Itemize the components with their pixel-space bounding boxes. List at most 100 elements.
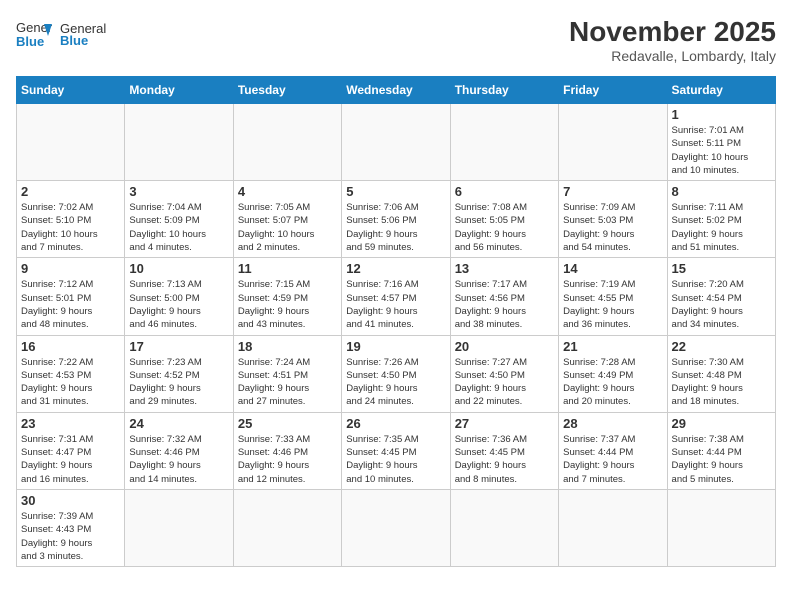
calendar-day-cell: 23 Sunrise: 7:31 AM Sunset: 4:47 PM Dayli… xyxy=(17,412,125,489)
day-info: Sunrise: 7:27 AM Sunset: 4:50 PM Dayligh… xyxy=(455,356,554,409)
calendar-day-cell: 19Sunrise: 7:26 AM Sunset: 4:50 PM Dayli… xyxy=(342,335,450,412)
day-info: Sunrise: 7:20 AM Sunset: 4:54 PM Dayligh… xyxy=(672,278,771,331)
day-number: 12 xyxy=(346,261,445,276)
day-number: 20 xyxy=(455,339,554,354)
calendar-day-cell: 29Sunrise: 7:38 AM Sunset: 4:44 PM Dayli… xyxy=(667,412,775,489)
calendar: SundayMondayTuesdayWednesdayThursdayFrid… xyxy=(16,76,776,567)
day-number: 17 xyxy=(129,339,228,354)
day-info: Sunrise: 7:24 AM Sunset: 4:51 PM Dayligh… xyxy=(238,356,337,409)
logo: General Blue General Blue xyxy=(16,16,106,52)
day-number: 22 xyxy=(672,339,771,354)
day-number: 3 xyxy=(129,184,228,199)
calendar-day-cell: 24 Sunrise: 7:32 AM Sunset: 4:46 PM Dayli… xyxy=(125,412,233,489)
calendar-day-cell: 10 Sunrise: 7:13 AM Sunset: 5:00 PM Dayli… xyxy=(125,258,233,335)
calendar-day-cell: 18 Sunrise: 7:24 AM Sunset: 4:51 PM Dayli… xyxy=(233,335,341,412)
calendar-day-cell xyxy=(559,104,667,181)
calendar-day-cell xyxy=(125,104,233,181)
calendar-week-row: 9 Sunrise: 7:12 AM Sunset: 5:01 PM Daylig… xyxy=(17,258,776,335)
day-number: 24 xyxy=(129,416,228,431)
calendar-week-row: 1 Sunrise: 7:01 AM Sunset: 5:11 PM Daylig… xyxy=(17,104,776,181)
day-number: 10 xyxy=(129,261,228,276)
day-number: 18 xyxy=(238,339,337,354)
day-info: Sunrise: 7:11 AM Sunset: 5:02 PM Dayligh… xyxy=(672,201,771,254)
calendar-day-cell xyxy=(233,489,341,566)
day-info: Sunrise: 7:35 AM Sunset: 4:45 PM Dayligh… xyxy=(346,433,445,486)
day-info: Sunrise: 7:31 AM Sunset: 4:47 PM Dayligh… xyxy=(21,433,120,486)
calendar-day-cell: 6Sunrise: 7:08 AM Sunset: 5:05 PM Daylig… xyxy=(450,181,558,258)
calendar-day-cell: 1 Sunrise: 7:01 AM Sunset: 5:11 PM Daylig… xyxy=(667,104,775,181)
weekday-header: Tuesday xyxy=(233,77,341,104)
calendar-day-cell: 13 Sunrise: 7:17 AM Sunset: 4:56 PM Dayli… xyxy=(450,258,558,335)
weekday-header: Wednesday xyxy=(342,77,450,104)
calendar-day-cell xyxy=(233,104,341,181)
day-number: 27 xyxy=(455,416,554,431)
calendar-week-row: 16Sunrise: 7:22 AM Sunset: 4:53 PM Dayli… xyxy=(17,335,776,412)
calendar-day-cell: 15 Sunrise: 7:20 AM Sunset: 4:54 PM Dayli… xyxy=(667,258,775,335)
day-info: Sunrise: 7:16 AM Sunset: 4:57 PM Dayligh… xyxy=(346,278,445,331)
day-number: 25 xyxy=(238,416,337,431)
day-info: Sunrise: 7:02 AM Sunset: 5:10 PM Dayligh… xyxy=(21,201,120,254)
day-info: Sunrise: 7:15 AM Sunset: 4:59 PM Dayligh… xyxy=(238,278,337,331)
calendar-day-cell: 3 Sunrise: 7:04 AM Sunset: 5:09 PM Daylig… xyxy=(125,181,233,258)
calendar-day-cell: 25Sunrise: 7:33 AM Sunset: 4:46 PM Dayli… xyxy=(233,412,341,489)
day-info: Sunrise: 7:19 AM Sunset: 4:55 PM Dayligh… xyxy=(563,278,662,331)
day-number: 7 xyxy=(563,184,662,199)
weekday-header: Saturday xyxy=(667,77,775,104)
day-info: Sunrise: 7:01 AM Sunset: 5:11 PM Dayligh… xyxy=(672,124,771,177)
calendar-day-cell: 20 Sunrise: 7:27 AM Sunset: 4:50 PM Dayli… xyxy=(450,335,558,412)
month-title: November 2025 xyxy=(569,16,776,48)
location-title: Redavalle, Lombardy, Italy xyxy=(569,48,776,64)
day-number: 15 xyxy=(672,261,771,276)
day-number: 13 xyxy=(455,261,554,276)
day-info: Sunrise: 7:13 AM Sunset: 5:00 PM Dayligh… xyxy=(129,278,228,331)
calendar-week-row: 30Sunrise: 7:39 AM Sunset: 4:43 PM Dayli… xyxy=(17,489,776,566)
day-info: Sunrise: 7:04 AM Sunset: 5:09 PM Dayligh… xyxy=(129,201,228,254)
weekday-header: Sunday xyxy=(17,77,125,104)
calendar-day-cell: 11Sunrise: 7:15 AM Sunset: 4:59 PM Dayli… xyxy=(233,258,341,335)
calendar-day-cell xyxy=(450,489,558,566)
day-number: 4 xyxy=(238,184,337,199)
calendar-day-cell: 21Sunrise: 7:28 AM Sunset: 4:49 PM Dayli… xyxy=(559,335,667,412)
calendar-body: 1 Sunrise: 7:01 AM Sunset: 5:11 PM Daylig… xyxy=(17,104,776,567)
day-number: 26 xyxy=(346,416,445,431)
calendar-day-cell xyxy=(125,489,233,566)
logo-icon: General Blue xyxy=(16,16,52,52)
day-number: 28 xyxy=(563,416,662,431)
day-info: Sunrise: 7:06 AM Sunset: 5:06 PM Dayligh… xyxy=(346,201,445,254)
day-number: 2 xyxy=(21,184,120,199)
calendar-day-cell: 22Sunrise: 7:30 AM Sunset: 4:48 PM Dayli… xyxy=(667,335,775,412)
day-info: Sunrise: 7:12 AM Sunset: 5:01 PM Dayligh… xyxy=(21,278,120,331)
day-number: 23 xyxy=(21,416,120,431)
calendar-day-cell: 26 Sunrise: 7:35 AM Sunset: 4:45 PM Dayli… xyxy=(342,412,450,489)
day-number: 6 xyxy=(455,184,554,199)
calendar-day-cell xyxy=(17,104,125,181)
calendar-day-cell: 5 Sunrise: 7:06 AM Sunset: 5:06 PM Daylig… xyxy=(342,181,450,258)
day-number: 16 xyxy=(21,339,120,354)
calendar-day-cell: 16Sunrise: 7:22 AM Sunset: 4:53 PM Dayli… xyxy=(17,335,125,412)
day-number: 9 xyxy=(21,261,120,276)
calendar-day-cell: 12 Sunrise: 7:16 AM Sunset: 4:57 PM Dayli… xyxy=(342,258,450,335)
calendar-day-cell xyxy=(342,104,450,181)
day-info: Sunrise: 7:32 AM Sunset: 4:46 PM Dayligh… xyxy=(129,433,228,486)
page-header: General Blue General Blue November 2025 … xyxy=(16,16,776,64)
calendar-day-cell xyxy=(667,489,775,566)
weekday-header: Thursday xyxy=(450,77,558,104)
day-number: 5 xyxy=(346,184,445,199)
calendar-day-cell: 8Sunrise: 7:11 AM Sunset: 5:02 PM Daylig… xyxy=(667,181,775,258)
calendar-day-cell xyxy=(559,489,667,566)
day-number: 14 xyxy=(563,261,662,276)
weekday-header: Monday xyxy=(125,77,233,104)
day-info: Sunrise: 7:37 AM Sunset: 4:44 PM Dayligh… xyxy=(563,433,662,486)
calendar-day-cell: 17Sunrise: 7:23 AM Sunset: 4:52 PM Dayli… xyxy=(125,335,233,412)
day-number: 1 xyxy=(672,107,771,122)
calendar-day-cell: 4Sunrise: 7:05 AM Sunset: 5:07 PM Daylig… xyxy=(233,181,341,258)
day-number: 30 xyxy=(21,493,120,508)
day-number: 29 xyxy=(672,416,771,431)
title-block: November 2025 Redavalle, Lombardy, Italy xyxy=(569,16,776,64)
day-info: Sunrise: 7:17 AM Sunset: 4:56 PM Dayligh… xyxy=(455,278,554,331)
calendar-day-cell xyxy=(342,489,450,566)
calendar-day-cell xyxy=(450,104,558,181)
day-info: Sunrise: 7:36 AM Sunset: 4:45 PM Dayligh… xyxy=(455,433,554,486)
svg-text:Blue: Blue xyxy=(16,34,44,49)
day-info: Sunrise: 7:28 AM Sunset: 4:49 PM Dayligh… xyxy=(563,356,662,409)
